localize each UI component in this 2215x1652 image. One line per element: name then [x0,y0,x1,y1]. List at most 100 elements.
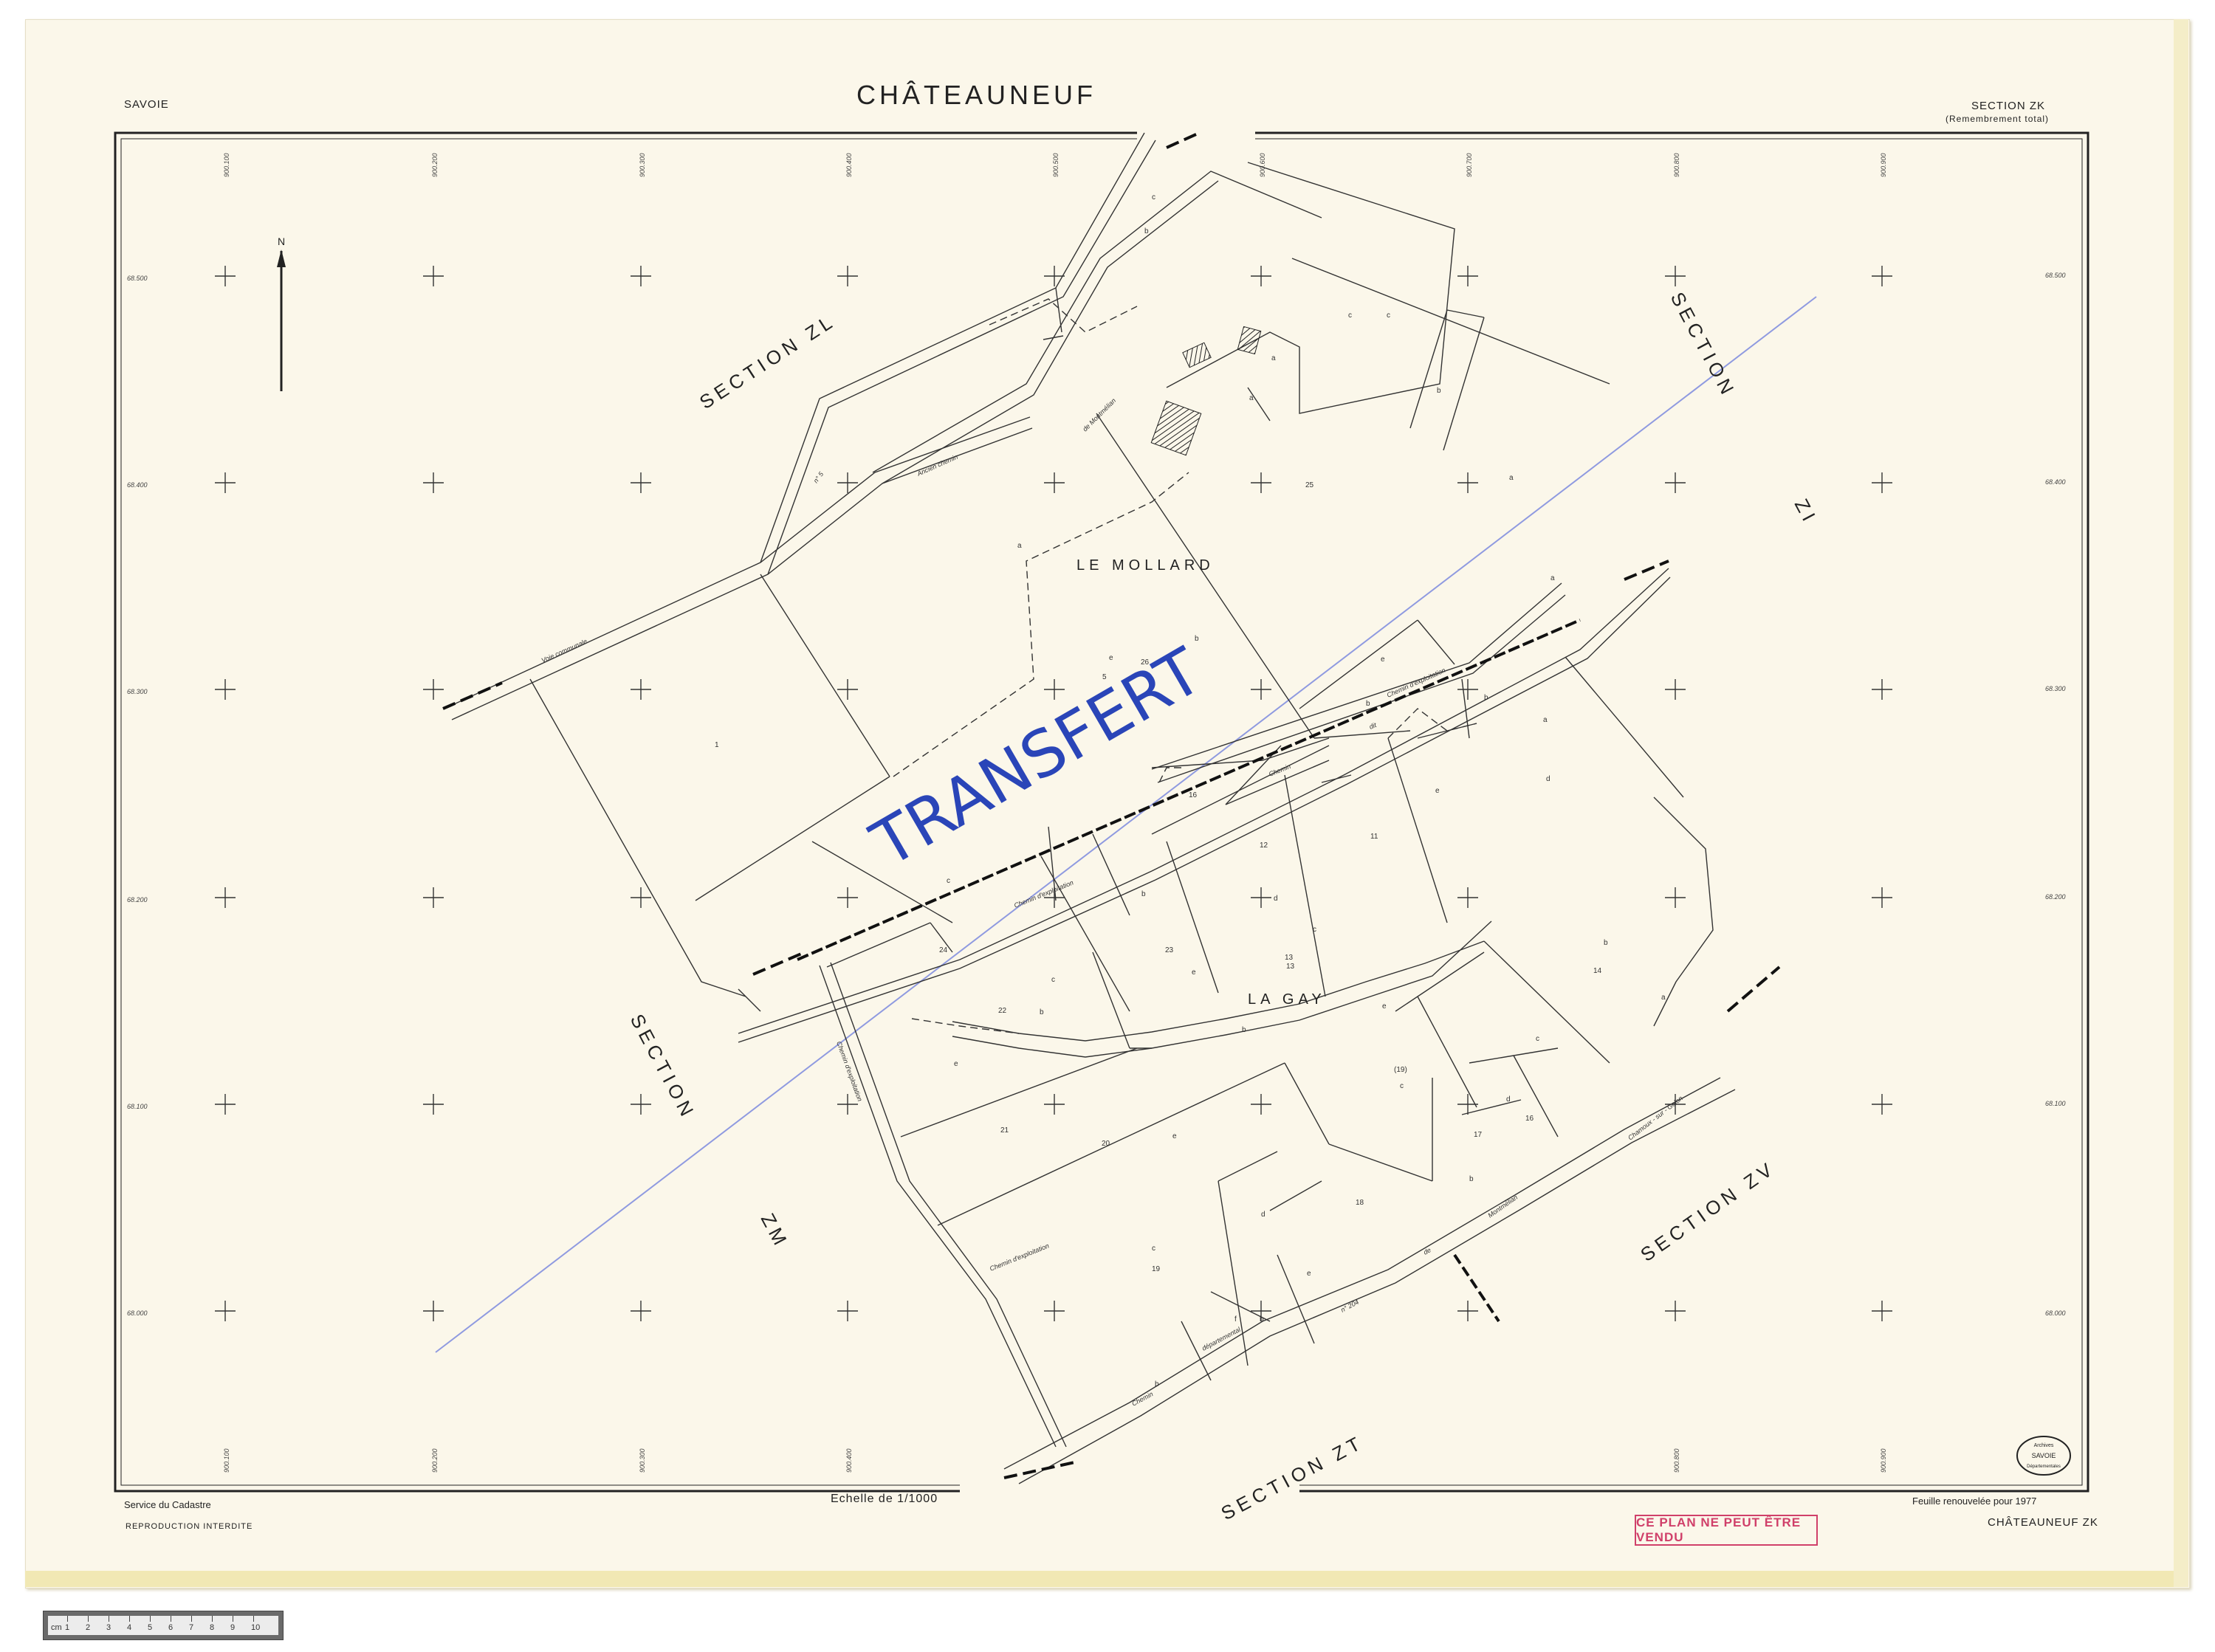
grid-label-top: 900.700 [1466,153,1473,177]
parcel-letter: c [1313,926,1316,934]
parcel-letter: b [1195,635,1199,643]
archives-seal: Archives SAVOIE Départementales [2016,1436,2071,1476]
grid-label-left: 68.100 [127,1103,148,1110]
road-label-chemin-lower: Chemin d'exploitation [989,1242,1050,1272]
parcel-number: 24 [939,946,948,954]
parcel-letter: b [1242,1026,1246,1034]
parcel-letter: f [1234,1315,1237,1324]
parcel-letter: c [947,877,950,885]
parcel-letters: c b c c b a a a b e a a e b b a d e c b … [947,193,1666,1388]
parcel-letter: e [1109,654,1113,662]
ruler-number: 3 [106,1623,111,1632]
ruler-number: 9 [230,1623,236,1632]
frame-outer-right [1255,131,2089,1493]
ruler-tick [191,1616,192,1622]
parcel-letter: d [1261,1211,1266,1219]
grid-label-left: 68.400 [127,481,148,489]
road-label-montmelian-lower: Montmélian [1486,1194,1519,1219]
grid-label-top: 900.200 [431,153,439,177]
parcel-number: 23 [1165,946,1174,954]
ruler-number: 6 [168,1623,174,1632]
seal-line-2: SAVOIE [2032,1452,2056,1459]
ruler-tick [253,1616,254,1622]
road-label-dit: dit [1368,721,1378,731]
parcel-number: 17 [1474,1131,1483,1139]
road-label-departemental: départemental [1201,1325,1242,1352]
ruler-number: 5 [148,1623,153,1632]
grid-top-labels: 900.100 900.200 900.300 900.400 900.500 … [223,153,1887,177]
parcel-letter: b [1469,1175,1474,1183]
parcel-letter: b [1604,939,1608,947]
grid-label-bottom: 900.100 [223,1448,230,1473]
handwritten-transfert: TRANSFERT [859,634,1215,882]
parcel-letter: a [1249,394,1254,402]
grid-label-right: 68.000 [2045,1309,2066,1317]
parcel-letter: c [1152,1245,1155,1253]
parcel-number: 1 [715,741,719,749]
grid-label-bottom: 900.800 [1673,1448,1680,1473]
grid-label-right: 68.500 [2045,272,2066,279]
parcel-letter: d [1546,775,1550,783]
ruler-unit: cm [51,1623,62,1632]
parcel-letter: b [1366,700,1370,708]
parcel-letter: c [1400,1082,1404,1090]
road-label-de: de [1422,1246,1432,1256]
parcel-letter: e [1435,787,1440,795]
north-label: N [278,235,285,247]
grid-label-left: 68.300 [127,688,148,695]
grid-label-right: 68.400 [2045,478,2066,486]
grid-label-bottom: 900.300 [639,1448,646,1473]
section-zv-label: SECTION ZV [1636,1156,1779,1265]
parcel-letter: b [1155,1380,1159,1388]
parcel-letter: e [1172,1132,1177,1140]
parcel-number: 11 [1370,833,1378,841]
ruler-tick [67,1616,68,1622]
parcel-letter: c [1348,312,1352,320]
section-zm-code: ZM [757,1210,794,1253]
ruler-tick [212,1616,213,1622]
road-label-chamoux: Chamoux - sur - Gelon [1627,1095,1684,1142]
grid-label-top: 900.400 [845,153,853,177]
seal-line-1: Archives [2034,1443,2054,1448]
place-le-mollard: LE MOLLARD [1076,557,1215,574]
grid-label-top: 900.800 [1673,153,1680,177]
parcel-lines [444,132,1736,1484]
ruler-number: 2 [86,1623,91,1632]
place-la-gay: LA GAY [1248,991,1326,1008]
section-zm-word: SECTION [626,1011,700,1123]
parcel-letter: b [1040,1008,1044,1016]
ruler-tick [129,1616,130,1622]
transfer-line [435,296,1817,1353]
section-zt-label: SECTION ZT [1218,1431,1368,1524]
parcel-letter: c [1051,976,1055,984]
ruler-tick [150,1616,151,1622]
grid-label-left: 68.500 [127,275,148,282]
ruler-number: 7 [189,1623,194,1632]
parcel-number: 16 [1525,1115,1534,1123]
road-label-chemin-mid: Chemin [1268,763,1292,778]
cadastral-map: 900.100 900.200 900.300 900.400 900.500 … [114,131,2089,1524]
road-label-ancien: Ancien chemin [916,453,959,478]
ruler-tick [88,1616,89,1622]
grid-label-top: 900.500 [1052,153,1060,177]
north-arrow [277,249,286,391]
parcel-number: 21 [1000,1126,1009,1135]
parcel-letter: c [1152,193,1155,202]
grid-crosses [215,266,1892,1321]
road-label-no5: n° 5 [812,470,825,485]
road-label-exploitation-2: Chemin d'exploitation [1386,667,1446,699]
parcel-letter: b [1437,387,1441,395]
section-zl-label: SECTION ZL [696,309,839,413]
parcel-number: 22 [998,1007,1007,1015]
parcel-letter: a [1543,716,1548,724]
parcel-number: 14 [1593,967,1602,975]
parcel-letter: a [1017,542,1022,550]
parcel-number: 13 [1285,954,1294,962]
ruler-number: 8 [210,1623,215,1632]
parcel-letter: c [1536,1035,1539,1043]
parcel-letter: b [1141,890,1146,898]
grid-label-right: 68.200 [2045,893,2066,901]
parcel-letter: a [1550,574,1555,582]
parcel-numbers: 25 26 12 11 16 13 23 24 22 21 20 19 18 1… [715,481,1602,1273]
parcel-letter: a [1661,994,1666,1002]
